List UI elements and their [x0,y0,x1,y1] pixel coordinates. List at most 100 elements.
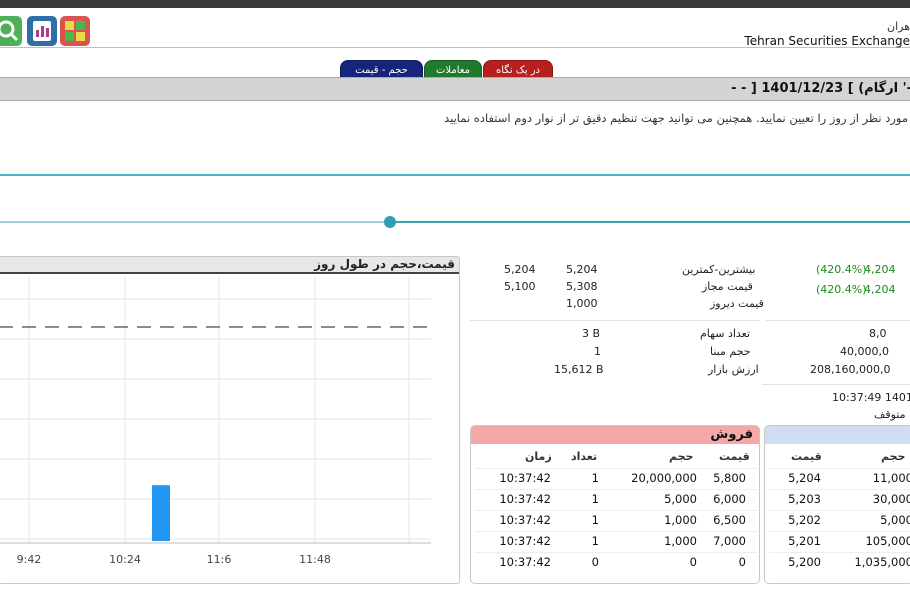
shares-label: تعداد سهام [700,327,751,340]
sell-time-cell: 10:37:42 [499,534,551,548]
buy-orders-panel: حجم قیمت 5,204 11,000 5,203 30,000 5,202 5,00… [764,425,910,584]
sell-volume-cell: 20,000,000 [631,471,697,485]
sell-count-cell: 0 [591,555,599,569]
x-tick-label: 10:24 [109,553,141,566]
sell-volume-cell: 5,000 [664,492,697,506]
sell-col-time: زمان [525,450,552,463]
sell-count-cell: 1 [591,471,599,485]
chart-grid [0,277,431,543]
row-separator [769,552,910,553]
sell-col-price: قیمت [719,450,750,463]
allowed-value-b: 5,100 [504,280,536,293]
allowed-label: قیمت مجاز [702,280,753,293]
buy-volume-cell: 105,000 [865,534,910,548]
yesterday-label: قیمت دیروز [710,297,764,310]
sell-volume-cell: 1,000 [664,513,697,527]
range-value-b: 5,204 [504,263,536,276]
sell-time-cell: 10:37:42 [499,555,551,569]
buy-price-cell: 5,200 [788,555,821,569]
buy-col-volume: حجم [881,450,906,463]
sell-price-cell: 0 [738,555,746,569]
shares-value: 3 B [582,327,601,340]
intraday-chart-panel: قیمت،حجم در طول روز 9:42 10:24 11:6 11:48 [0,256,460,584]
sell-price-cell: 6,500 [713,513,746,527]
x-tick-label: 11:6 [207,553,232,566]
base-volume-label: حجم مبنا [710,345,751,358]
last-trade-pct: (420.4%) [816,263,867,276]
sell-volume-cell: 0 [689,555,697,569]
share-info: 3 B تعداد سهام 1 حجم مبنا 15,612 B ارزش … [470,320,760,380]
sell-col-volume: حجم [669,450,694,463]
slider-handle[interactable] [384,216,396,228]
row-separator [769,468,910,469]
time-range-slider-fine-selected [390,221,910,223]
trading-status: متوقف [874,408,906,421]
buy-price-cell: 5,201 [788,534,821,548]
right-shares-value: 8,0 [869,327,887,340]
buy-volume-cell: 30,000 [872,492,910,506]
report-book-icon[interactable] [27,16,57,46]
intraday-chart: 9:42 10:24 11:6 11:48 [0,277,431,566]
last-trade-price: 4,204 [864,263,896,276]
price-info: 5,204 5,204 بیشترین-کمترین 5,100 5,308 ق… [470,258,764,318]
sell-time-cell: 10:37:42 [499,513,551,527]
row-separator [769,531,910,532]
sell-volume-cell: 1,000 [664,534,697,548]
buy-price-cell: 5,203 [788,492,821,506]
buy-price-cell: 5,202 [788,513,821,527]
sell-price-cell: 6,000 [713,492,746,506]
row-separator [475,531,757,532]
buy-panel-header [765,426,910,444]
volume-bar [152,485,170,541]
brand-name-en: Tehran Securities Exchange [744,34,910,48]
symbol-title-bar: - - ] 1401/12/23 [ (ارگام '- [0,77,910,101]
symbol-title: - - ] 1401/12/23 [ (ارگام '- [731,81,910,96]
buy-col-price: قیمت [791,450,822,463]
sell-col-count: تعداد [571,450,598,463]
x-tick-label: 9:42 [17,553,42,566]
base-volume-value: 1 [594,345,601,358]
allowed-value-a: 5,308 [566,280,598,293]
row-separator [475,489,757,490]
market-map-icon[interactable] [60,16,90,46]
last-update-time: 10:37:49 1401/ [832,391,910,404]
right-share-info: 8,0 40,000,0 208,160,000,0 [766,320,910,380]
sell-time-cell: 10:37:42 [499,471,551,485]
sell-count-cell: 1 [591,534,599,548]
close-price: 4,204 [864,283,896,296]
sell-time-cell: 10:37:42 [499,492,551,506]
x-tick-label: 11:48 [299,553,331,566]
row-separator [769,489,910,490]
row-separator [475,510,757,511]
market-cap-label: ارزش بازار [708,363,759,376]
row-separator [475,552,757,553]
range-label: بیشترین-کمترین [682,263,756,276]
sell-panel-header: فروش [471,426,759,444]
close-price-pct: (420.4%) [816,283,867,296]
right-base-volume-value: 40,000,0 [840,345,889,358]
brand-name-fa: هران [886,20,910,33]
buy-volume-cell: 1,035,000 [854,555,910,569]
row-separator [769,510,910,511]
app-header: هران Tehran Securities Exchange [0,8,910,48]
buy-volume-cell: 11,000 [872,471,910,485]
sell-orders-panel: فروش قیمت حجم تعداد زمان 5,800 20,000,000… [470,425,760,584]
sell-price-cell: 5,800 [713,471,746,485]
buy-volume-cell: 5,000 [880,513,910,527]
status-info: 10:37:49 1401/ متوقف [762,384,910,424]
market-cap-value: 15,612 B [554,363,604,376]
time-range-slider-coarse[interactable] [0,174,910,176]
chart-title: قیمت،حجم در طول روز [0,257,459,274]
sell-panel-title: فروش [710,427,753,442]
slider-instructions: مورد نظر از روز را تعیین نمایید. همچنین … [444,111,908,125]
row-separator [475,468,757,469]
top-window-bar [0,0,910,8]
sell-count-cell: 1 [591,492,599,506]
range-value-a: 5,204 [566,263,598,276]
right-market-value: 208,160,000,0 [810,363,891,376]
search-icon[interactable] [0,16,22,46]
yesterday-value: 1,000 [566,297,598,310]
chart-title-text: قیمت،حجم در طول روز [314,257,455,271]
last-price-info: (420.4%) 4,204 (420.4%) 4,204 [766,258,910,318]
sell-price-cell: 7,000 [713,534,746,548]
